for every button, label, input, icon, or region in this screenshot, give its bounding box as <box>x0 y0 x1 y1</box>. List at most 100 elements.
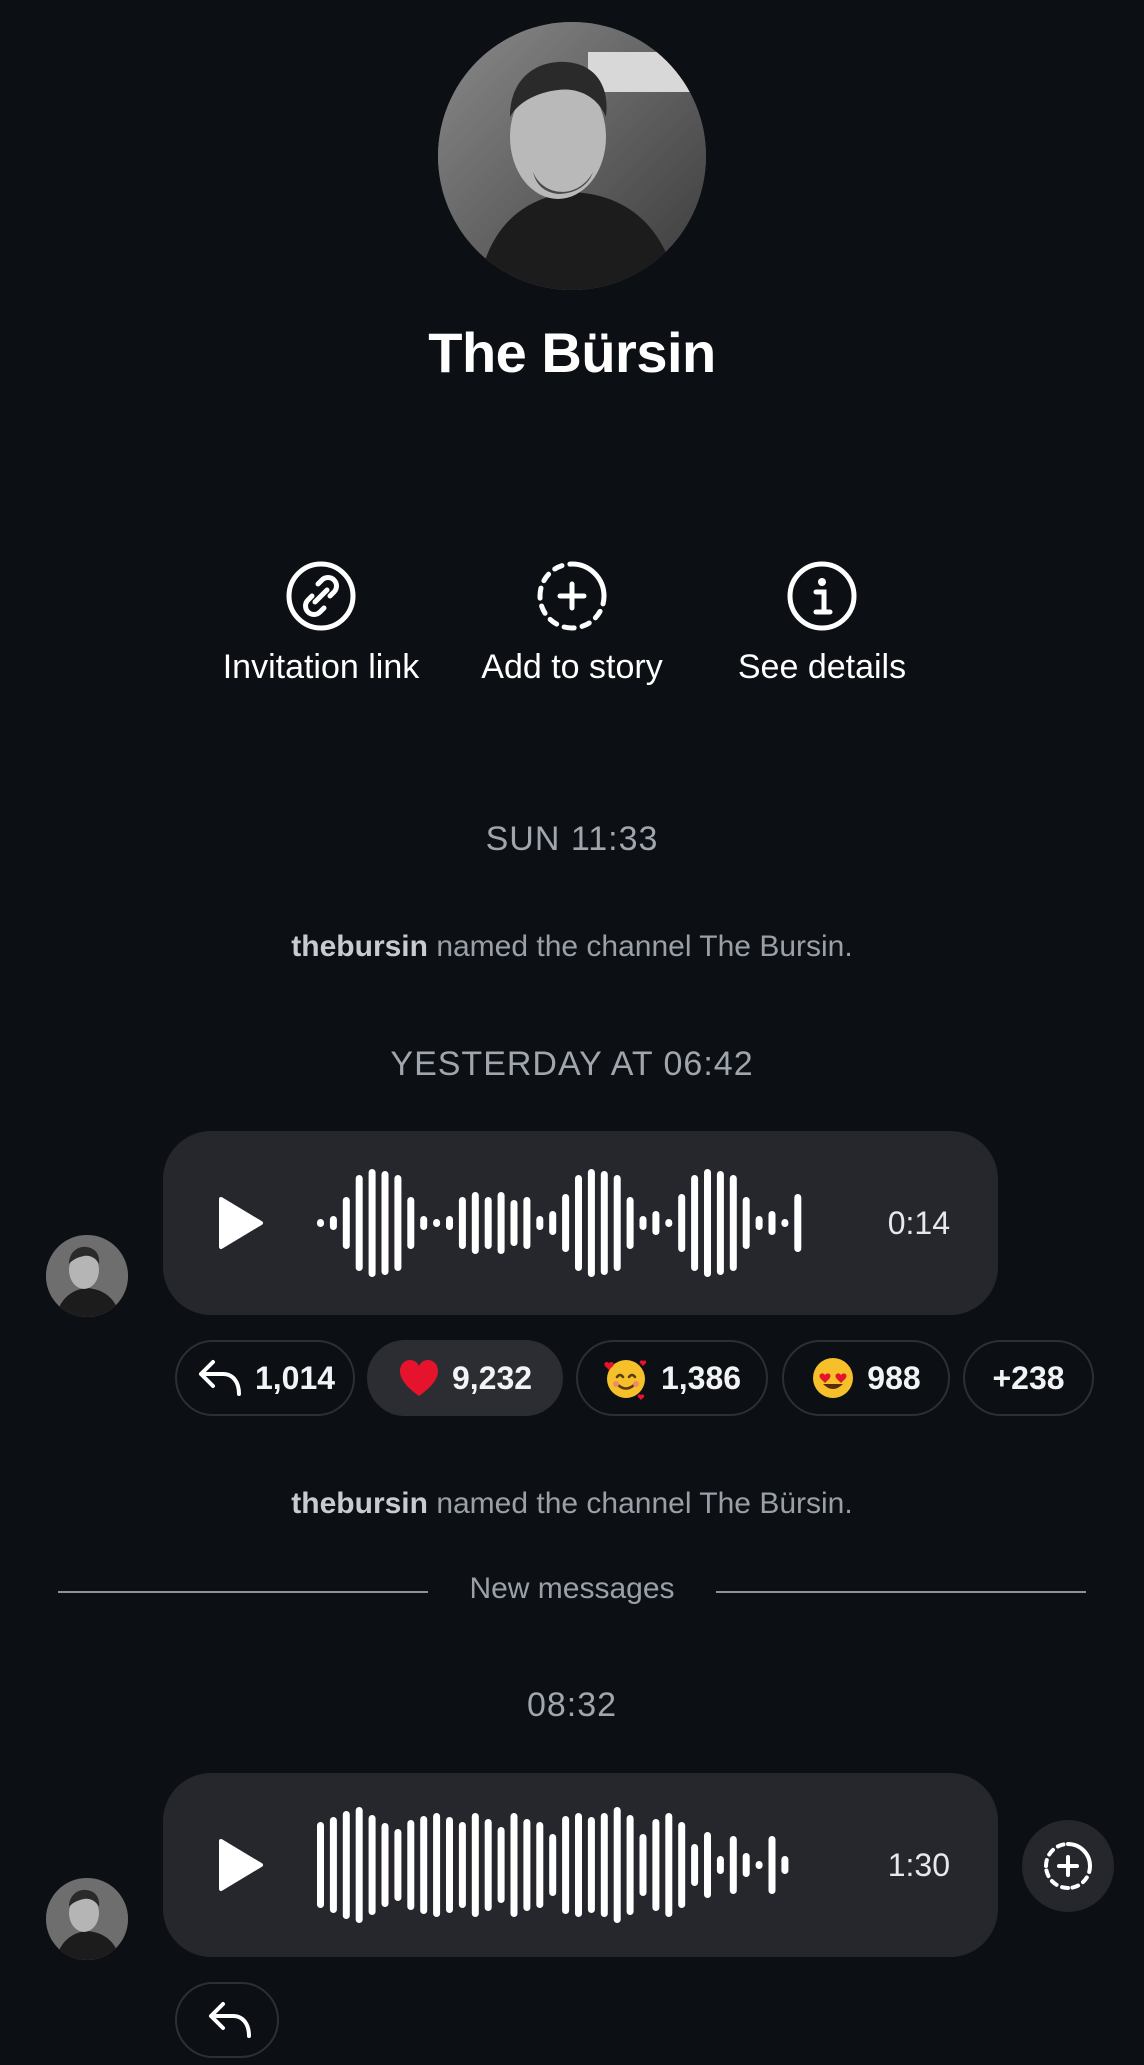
waveform-bar <box>446 1817 453 1913</box>
waveform-bar <box>729 1836 737 1894</box>
waveform-bar <box>613 1175 621 1271</box>
reaction-count: 988 <box>867 1359 921 1396</box>
waveform-bar <box>536 1216 544 1230</box>
waveform-bar <box>562 1194 570 1252</box>
system-message-user[interactable]: thebursin <box>291 930 428 963</box>
waveform-bar <box>704 1832 711 1898</box>
waveform-bar <box>446 1216 453 1230</box>
system-message-user[interactable]: thebursin <box>291 1487 428 1520</box>
system-message: thebursin named the channel The Bursin. <box>0 930 1144 964</box>
waveform-bar <box>420 1816 428 1914</box>
waveform-bar <box>613 1807 621 1923</box>
action-label: Invitation link <box>222 648 420 686</box>
waveform-bar <box>329 1216 337 1230</box>
waveform-bar <box>342 1197 350 1249</box>
channel-title: The Bürsin <box>428 321 716 384</box>
sender-avatar[interactable] <box>46 1878 128 1960</box>
reaction-count: +238 <box>992 1359 1065 1396</box>
waveform-bar <box>484 1819 492 1911</box>
waveform-bar <box>510 1813 518 1917</box>
waveform-bar <box>381 1823 389 1907</box>
sender-avatar[interactable] <box>46 1235 128 1317</box>
heart-eyes-reaction[interactable]: 988 <box>782 1340 950 1416</box>
reaction-count: 1,014 <box>254 1359 336 1396</box>
see-details-button[interactable]: See details <box>702 560 942 687</box>
waveform-bar <box>471 1813 479 1917</box>
waveform-bar <box>716 1856 724 1874</box>
waveform-bar <box>497 1827 505 1903</box>
date-header: SUN 11:33 <box>485 820 659 858</box>
smiling-face-with-hearts-emoji <box>604 1360 647 1400</box>
waveform-bar <box>665 1219 673 1227</box>
love-face-reaction[interactable]: 1,386 <box>576 1340 768 1416</box>
invitation-link-button[interactable]: Invitation link <box>201 560 441 687</box>
waveform-bar <box>652 1211 660 1235</box>
waveform-bar <box>678 1822 686 1908</box>
waveform-bar <box>678 1194 686 1252</box>
info-icon <box>787 561 857 631</box>
reply-button[interactable] <box>175 1982 279 2058</box>
waveform-bar <box>394 1175 402 1271</box>
action-label: Add to story <box>481 648 663 686</box>
voice-message[interactable]: 1:30 <box>163 1773 998 1957</box>
waveform-bar <box>639 1216 647 1230</box>
waveform-bar <box>587 1817 595 1913</box>
reply-icon <box>209 2002 251 2038</box>
heart-reaction[interactable]: 9,232 <box>367 1340 563 1416</box>
waveform-bar <box>691 1175 699 1271</box>
waveform-bar <box>768 1211 776 1235</box>
waveform-bar <box>471 1192 479 1254</box>
waveform-bar <box>600 1171 608 1275</box>
waveform-bar <box>407 1820 415 1910</box>
waveform-bar <box>458 1822 466 1908</box>
channel-avatar[interactable] <box>438 22 706 290</box>
waveform-bar <box>368 1169 376 1277</box>
waveform-bar <box>781 1219 789 1227</box>
waveform-bar <box>394 1829 402 1901</box>
waveform-bar <box>329 1817 337 1913</box>
waveform-bar <box>575 1813 582 1917</box>
date-header: YESTERDAY AT 06:42 <box>390 1045 754 1083</box>
waveform-bar <box>355 1175 363 1271</box>
waveform-bar <box>652 1819 660 1911</box>
waveform-bar <box>407 1197 415 1249</box>
waveform-bar <box>626 1197 634 1249</box>
waveform-bar <box>768 1836 776 1894</box>
waveform-bar <box>704 1169 711 1277</box>
waveform-bar <box>433 1219 441 1227</box>
play-icon[interactable] <box>209 1193 269 1253</box>
add-to-story-button[interactable]: Add to story <box>452 560 692 687</box>
voice-message[interactable]: 0:14 <box>163 1131 998 1315</box>
link-icon <box>286 561 356 631</box>
waveform-bar <box>433 1813 441 1917</box>
waveform-bar <box>458 1197 466 1249</box>
waveform-bar <box>484 1197 492 1249</box>
waveform-bar <box>691 1844 699 1886</box>
reply-icon <box>198 1360 241 1396</box>
waveform-bar <box>536 1822 544 1908</box>
waveform-bar <box>742 1853 750 1877</box>
reply-reaction[interactable]: 1,014 <box>175 1340 355 1416</box>
waveform-bar <box>549 1834 557 1896</box>
waveform-bar <box>600 1813 608 1917</box>
system-message-text: named the channel The Bürsin. <box>436 1487 853 1520</box>
add-story-icon <box>1044 1842 1092 1890</box>
waveform-bar <box>317 1822 324 1908</box>
red-heart-emoji <box>399 1360 438 1396</box>
waveform-bar <box>665 1813 673 1917</box>
waveform-bar <box>420 1216 428 1230</box>
add-story-icon <box>537 561 607 631</box>
waveform-bar <box>368 1815 376 1915</box>
voice-duration: 1:30 <box>887 1847 950 1883</box>
waveform-bar <box>755 1216 763 1230</box>
waveform-bar <box>587 1169 595 1277</box>
voice-duration: 0:14 <box>887 1205 950 1241</box>
more-reactions[interactable]: +238 <box>963 1340 1094 1416</box>
waveform-bar <box>639 1834 647 1896</box>
waveform-bar <box>342 1811 350 1919</box>
system-message-text: named the channel The Bursin. <box>436 930 853 963</box>
waveform-bar <box>794 1194 802 1252</box>
play-icon[interactable] <box>209 1835 269 1895</box>
add-to-story-button[interactable] <box>1022 1820 1114 1912</box>
date-header: 08:32 <box>526 1686 618 1724</box>
